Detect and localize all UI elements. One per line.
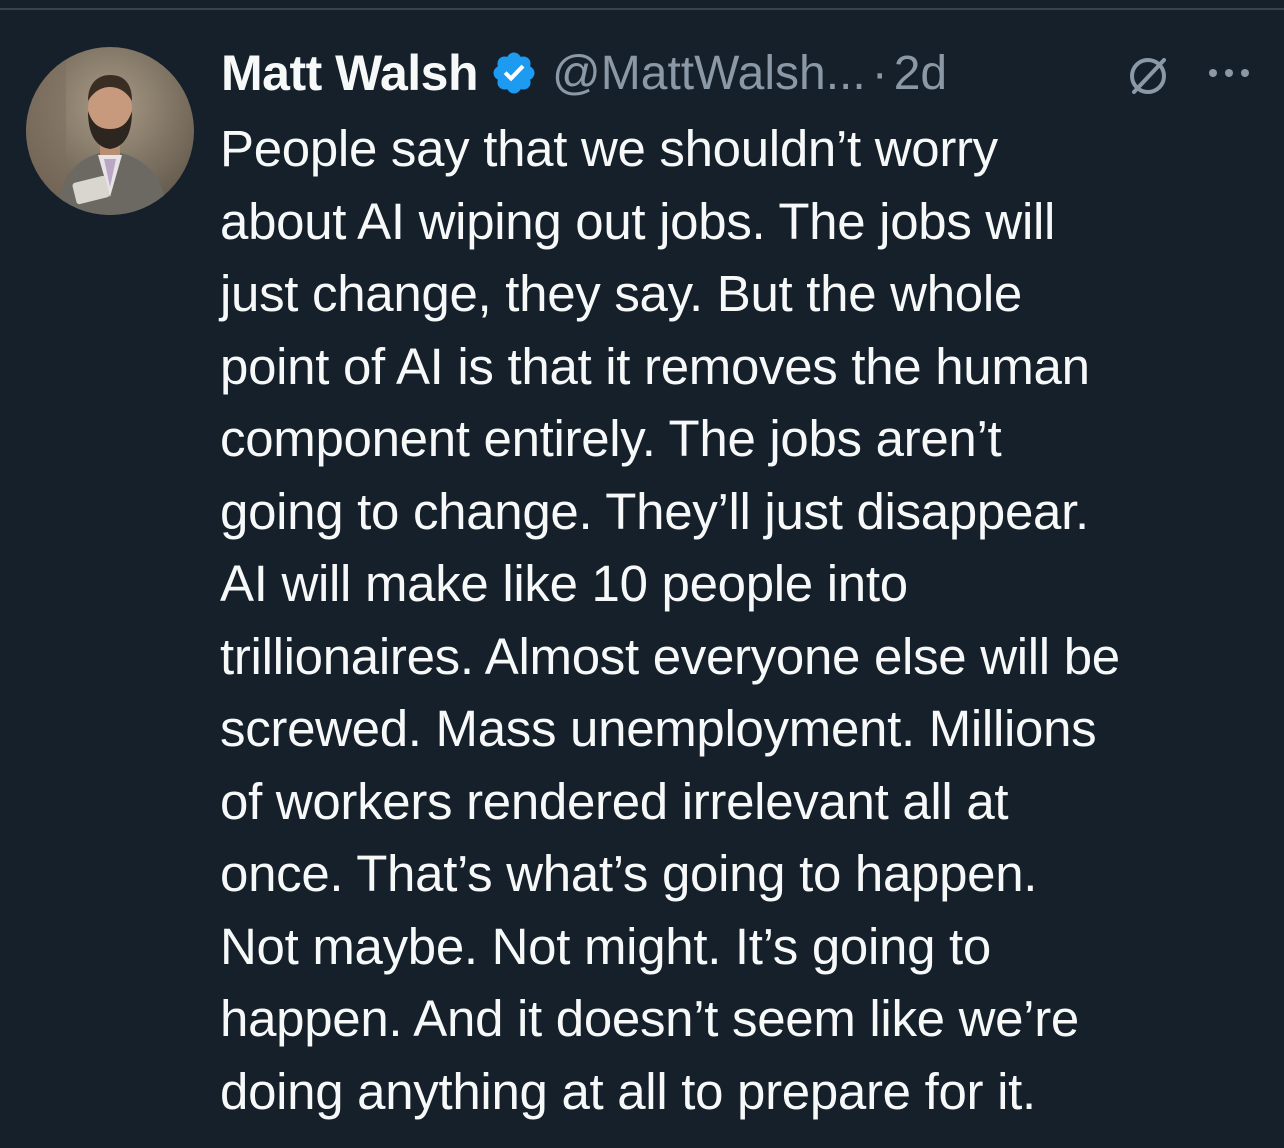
avatar[interactable] [26,47,194,215]
author-handle[interactable]: @MattWalsh... [552,46,866,101]
tweet-text-line: just change, they say. But the whole [220,265,1022,322]
author-name[interactable]: Matt Walsh [221,44,479,102]
tweet-text-line: trillionaires. Almost everyone else will… [220,627,1120,685]
tweet-text-line: People say that we shouldn’t worry [220,120,998,177]
tweet-text-line: screwed. Mass unemployment. Millions [220,700,1097,757]
tweet-card[interactable]: Matt Walsh @MattWalsh... · 2d People say… [0,0,1284,1148]
tweet-text-line: once. That’s what’s going to happen. [220,845,1038,902]
separator-dot: · [871,46,888,100]
tweet-text-line: going to change. They’ll just disappear. [220,482,1089,540]
circle-slash-icon[interactable] [1124,52,1172,100]
tweet-text-line: component entirely. The jobs aren’t [220,410,1002,467]
tweet-text-line: doing anything at all to prepare for it. [220,1062,1036,1120]
tweet-text-line: AI will make like 10 people into [220,555,908,612]
tweet-text-line: happen. And it doesn’t seem like we’re [220,990,1079,1047]
tweet-text-line: Not maybe. Not might. It’s going to [220,917,991,975]
divider [0,8,1284,10]
tweet-text-line: of workers rendered irrelevant all at [220,772,1009,830]
tweet-text: People say that we shouldn’t worry about… [220,113,1260,1128]
tweet-header: Matt Walsh @MattWalsh... · 2d [221,38,947,108]
verified-badge-icon [493,52,535,94]
more-horizontal-icon[interactable] [1204,58,1254,88]
avatar-photo [26,47,194,215]
tweet-timestamp[interactable]: 2d [894,46,947,101]
tweet-text-line: point of AI is that it removes the human [220,337,1090,395]
tweet-text-line: about AI wiping out jobs. The jobs will [220,192,1056,250]
